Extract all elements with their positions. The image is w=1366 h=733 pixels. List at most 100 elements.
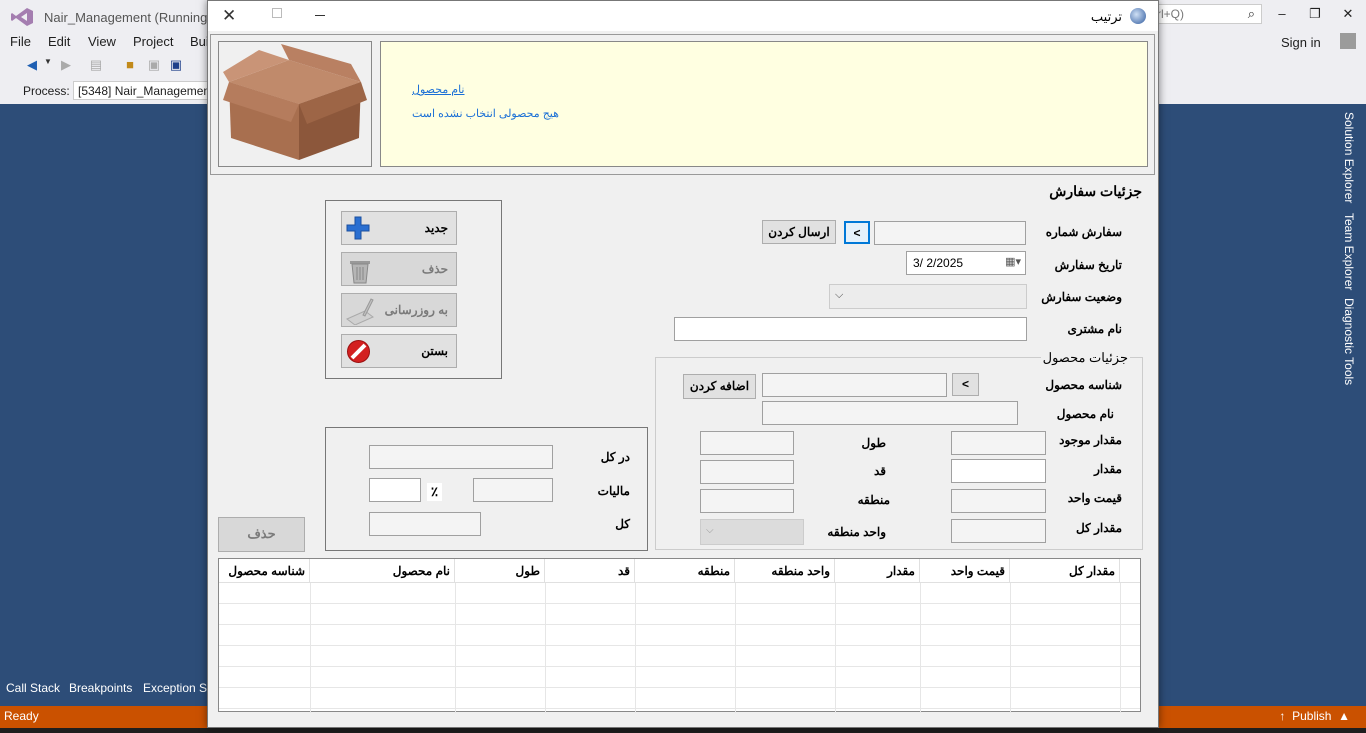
col-unit-price[interactable]: قیمت واحد [920,559,1010,583]
order-items-table[interactable]: شناسه محصول نام محصول طول قد منطقه واحد … [218,558,1141,713]
tab-breakpoints[interactable]: Breakpoints [69,681,132,695]
calendar-dropdown-icon[interactable]: ▦▾ [1005,255,1021,268]
col-area[interactable]: منطقه [635,559,735,583]
back-icon[interactable]: ◀ [24,57,40,73]
customer-name-label: نام مشتری [1067,322,1122,336]
dialog-title: ترتیب [1090,9,1122,24]
col-product-name[interactable]: نام محصول [310,559,455,583]
menu-file[interactable]: File [10,34,31,49]
col-height[interactable]: قد [545,559,635,583]
tax-percent-field[interactable] [369,478,421,502]
quantity-label: مقدار [1094,462,1122,476]
total-quantity-label: مقدار کل [1075,521,1122,535]
account-avatar-icon[interactable] [1340,33,1356,49]
order-date-value: 3/ 2/2025 [913,256,964,270]
publish-label: Publish [1292,709,1332,723]
add-product-button[interactable]: اضافه کردن [683,374,756,399]
forward-icon[interactable]: ▶ [58,57,74,73]
new-button[interactable]: جدید [341,211,457,245]
col-quantity[interactable]: مقدار [835,559,920,583]
table-row[interactable] [219,667,1140,688]
save-icon[interactable]: ▣ [146,57,162,73]
order-date-picker[interactable]: 3/ 2/2025 ▦▾ [906,251,1026,275]
quantity-field[interactable] [951,459,1046,483]
chevron-down-icon[interactable]: ▼ [40,57,56,73]
tab-diagnostic-tools[interactable]: Diagnostic Tools [1342,298,1356,385]
menu-project[interactable]: Project [133,34,173,49]
close-button-label: بستن [421,344,448,358]
chevron-down-icon: ⌵ [706,525,714,536]
minimize-icon[interactable]: – [1272,6,1292,24]
tab-call-stack[interactable]: Call Stack [6,681,60,695]
col-product-id[interactable]: شناسه محصول [219,559,310,583]
col-total-quantity[interactable]: مقدار کل [1010,559,1120,583]
tax-amount-field[interactable] [473,478,553,502]
open-folder-icon[interactable]: ■ [122,57,138,73]
restore-icon[interactable]: ❐ [1305,6,1325,24]
in-total-field[interactable] [369,445,553,469]
product-info-box: نام محصول هیج محصولی انتخاب نشده است [380,41,1148,167]
no-product-link[interactable]: هیج محصولی انتخاب نشده است [412,107,559,120]
sign-in-link[interactable]: Sign in [1281,35,1321,50]
search-icon[interactable]: ⌕ [1248,6,1255,22]
order-status-dropdown[interactable]: ⌵ [829,284,1027,309]
length-field[interactable] [700,431,794,455]
product-name-field[interactable] [762,401,1018,425]
publish-button[interactable]: ↑ Publish ▲ [1279,709,1350,723]
remove-row-button[interactable]: حذف [218,517,305,552]
unit-price-field[interactable] [951,489,1046,513]
app-icon [1130,8,1146,24]
area-field[interactable] [700,489,794,513]
visual-studio-logo-icon [11,8,33,26]
col-length[interactable]: طول [455,559,545,583]
update-button[interactable]: به روزرسانی [341,293,457,327]
tab-solution-explorer[interactable]: Solution Explorer [1342,112,1356,203]
trash-can-icon [350,261,370,284]
table-row[interactable] [219,646,1140,667]
delete-button-label: حذف [421,262,448,276]
taskbar-edge [0,728,1366,733]
height-field[interactable] [700,460,794,484]
area-unit-dropdown[interactable]: ⌵ [700,519,804,545]
send-button[interactable]: ارسال کردن [762,220,836,244]
quick-launch-search[interactable]: rl+Q) ⌕ [1150,4,1262,24]
customer-name-field[interactable] [674,317,1027,341]
save-all-icon[interactable]: ▣ [168,57,184,73]
product-id-field[interactable] [762,373,947,397]
total-quantity-field[interactable] [951,519,1046,543]
vs-window-title: Nair_Management (Running) [44,10,212,25]
menu-build[interactable]: Bui [190,34,209,49]
order-status-label: وضعیت سفارش [1041,290,1122,304]
product-name-link[interactable]: نام محصول [412,83,465,96]
stock-label: مقدار موجود [1059,433,1122,447]
col-area-unit[interactable]: واحد منطقه [735,559,835,583]
product-lookup-button[interactable]: < [952,373,979,396]
dialog-close-icon[interactable]: ✕ [222,6,236,26]
length-label: طول [861,436,886,450]
dialog-maximize-icon[interactable] [272,8,282,18]
order-lookup-button[interactable]: < [844,221,870,244]
table-row[interactable] [219,625,1140,646]
menu-edit[interactable]: Edit [48,34,70,49]
table-row[interactable] [219,688,1140,709]
process-dropdown[interactable]: [5348] Nair_Management [73,81,213,100]
total-field[interactable] [369,512,481,536]
tab-team-explorer[interactable]: Team Explorer [1342,213,1356,290]
table-row[interactable] [219,604,1140,625]
stock-field[interactable] [951,431,1046,455]
close-button[interactable]: بستن [341,334,457,368]
dialog-title-bar: ✕ ترتیب [208,1,1158,31]
delete-button[interactable]: حذف [341,252,457,286]
close-icon[interactable]: ✕ [1338,6,1358,24]
tab-exception-settings[interactable]: Exception Se [143,681,214,695]
unit-price-label: قیمت واحد [1067,491,1122,505]
table-row[interactable] [219,583,1140,604]
new-project-icon[interactable]: ▤ [88,57,104,73]
no-entry-icon [347,340,370,363]
tax-label: مالیات [597,484,630,498]
area-unit-label: واحد منطقه [827,525,886,539]
dialog-minimize-icon[interactable] [315,15,325,16]
plus-icon [346,216,370,240]
order-number-field[interactable] [874,221,1026,245]
menu-view[interactable]: View [88,34,116,49]
